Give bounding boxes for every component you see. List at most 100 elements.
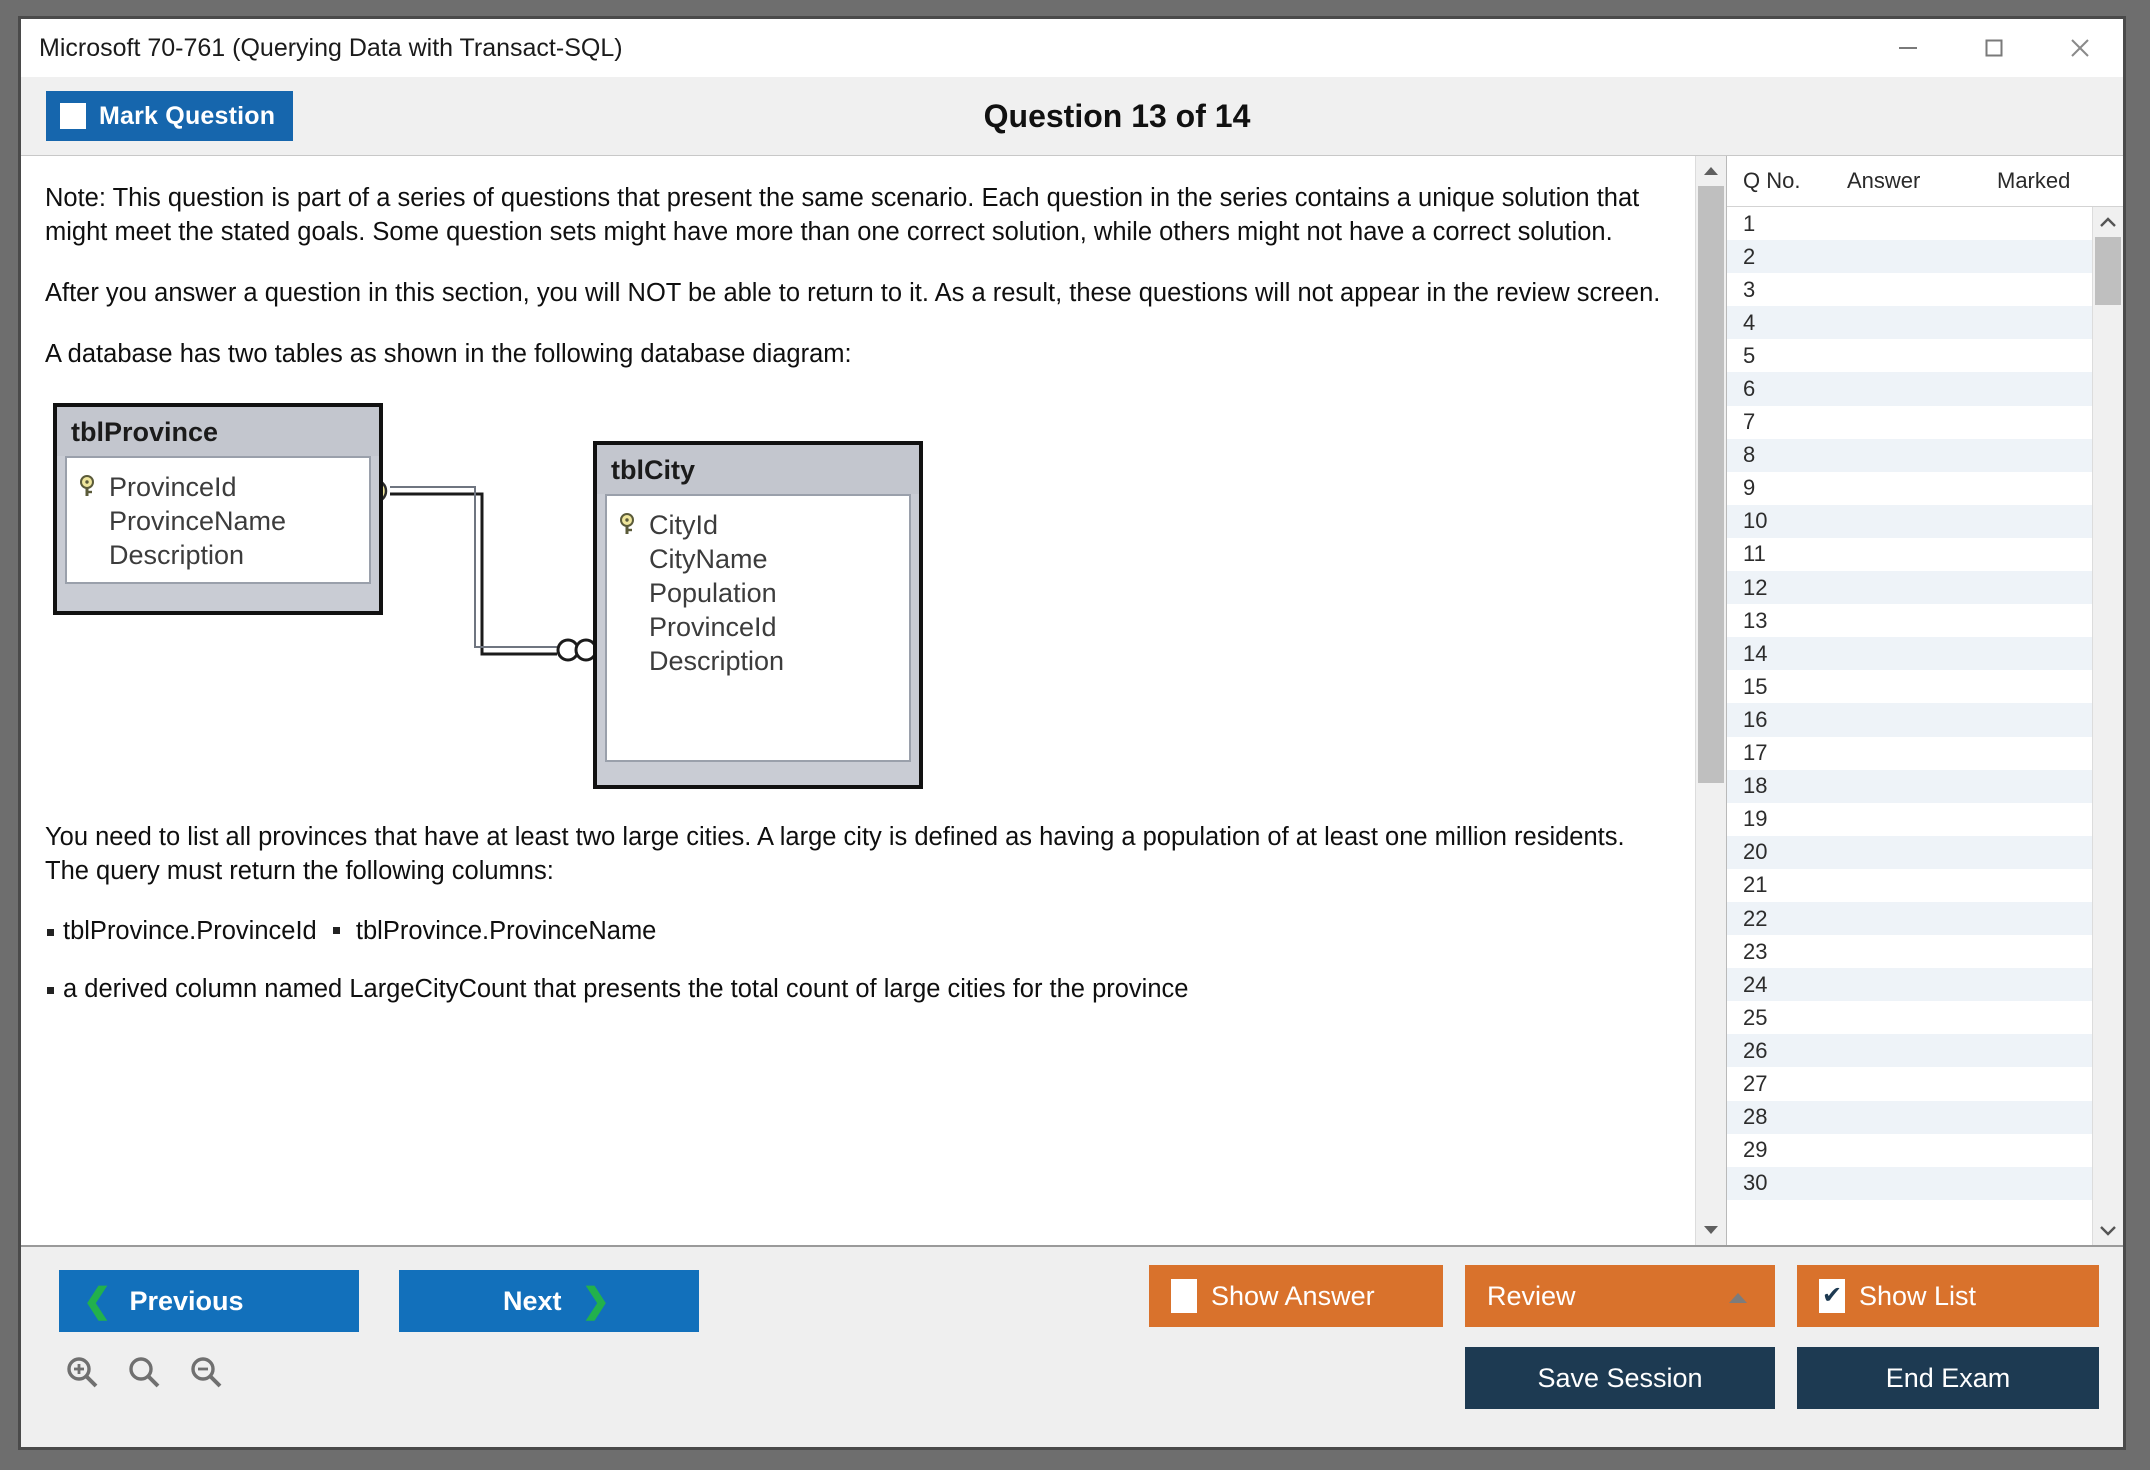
question-list-row[interactable]: 25 xyxy=(1727,1001,2092,1034)
question-number: 11 xyxy=(1743,541,1766,567)
question-list-row[interactable]: 14 xyxy=(1727,637,2092,671)
end-exam-label: End Exam xyxy=(1885,1362,2011,1393)
bullet-separator xyxy=(332,926,340,934)
no-return-paragraph: After you answer a question in this sect… xyxy=(45,278,1661,307)
content-scroll-track[interactable] xyxy=(1696,186,1726,1215)
show-answer-label: Show Answer xyxy=(1211,1280,1375,1311)
show-list-button[interactable]: ✔ Show List xyxy=(1797,1265,2099,1327)
question-list-row[interactable]: 22 xyxy=(1727,901,2092,936)
question-list-row[interactable]: 2 xyxy=(1727,240,2092,274)
question-number: 9 xyxy=(1743,475,1756,501)
question-list-row[interactable]: 12 xyxy=(1727,571,2092,605)
mark-question-checkbox[interactable] xyxy=(60,103,86,129)
save-session-button[interactable]: Save Session xyxy=(1465,1347,1775,1409)
show-answer-checkbox[interactable] xyxy=(1171,1279,1197,1313)
question-list-row[interactable]: 8 xyxy=(1727,438,2092,472)
exam-window: Microsoft 70-761 (Querying Data with Tra… xyxy=(18,16,2126,1450)
question-list-row[interactable]: 9 xyxy=(1727,472,2092,505)
database-diagram: tblProvince ProvinceId ProvinceName Desc… xyxy=(45,399,1671,799)
question-list-row[interactable]: 17 xyxy=(1727,737,2092,770)
question-list-row[interactable]: 26 xyxy=(1727,1034,2092,1068)
minimize-icon[interactable] xyxy=(1865,19,1951,77)
question-list-row[interactable]: 13 xyxy=(1727,604,2092,637)
er-table-title: tblCity xyxy=(597,444,919,494)
question-content: Note: This question is part of a series … xyxy=(21,156,1695,1245)
close-icon[interactable] xyxy=(2037,19,2123,77)
question-list-scroll-thumb[interactable] xyxy=(2095,237,2121,306)
question-list-row[interactable]: 7 xyxy=(1727,406,2092,439)
question-list-row[interactable]: 16 xyxy=(1727,703,2092,737)
scroll-down-icon[interactable] xyxy=(1696,1215,1726,1245)
footer-row-toggles: Show Answer Review ✔ Show List xyxy=(1149,1265,2099,1327)
question-number: 27 xyxy=(1743,1070,1768,1096)
question-number: 25 xyxy=(1743,1004,1768,1030)
body-area: Note: This question is part of a series … xyxy=(21,155,2123,1245)
question-list-row[interactable]: 29 xyxy=(1727,1134,2092,1167)
end-exam-button[interactable]: End Exam xyxy=(1797,1347,2099,1409)
question-list-row[interactable]: 3 xyxy=(1727,273,2092,306)
footer-toolbar: ❮ Previous Next ❯ Show Answer Review ✔ S… xyxy=(21,1245,2123,1447)
question-list-row[interactable]: 27 xyxy=(1727,1067,2092,1100)
column-header-qno: Q No. xyxy=(1743,168,1801,193)
key-icon xyxy=(79,474,109,499)
scroll-up-icon[interactable] xyxy=(1696,156,1726,186)
question-number: 12 xyxy=(1743,574,1768,600)
infinity-icon xyxy=(556,638,598,662)
previous-button[interactable]: ❮ Previous xyxy=(59,1270,359,1332)
zoom-in-icon[interactable] xyxy=(63,1353,103,1398)
question-list-row[interactable]: 24 xyxy=(1727,968,2092,1002)
er-field-provinceid: ProvinceId xyxy=(79,470,359,504)
er-field-provinceid: ProvinceId xyxy=(619,610,899,644)
question-header-bar: Mark Question Question 13 of 14 xyxy=(21,77,2123,155)
er-table-tblprovince[interactable]: tblProvince ProvinceId ProvinceName Desc… xyxy=(53,402,383,615)
maximize-icon[interactable] xyxy=(1951,19,2037,77)
window-title: Microsoft 70-761 (Querying Data with Tra… xyxy=(39,33,623,62)
question-list[interactable]: 1 2 3 4 5 6 7 8 9 10 11 12 13 14 15 16 17 18 19 20 21 22 23 24 2… xyxy=(1727,207,2092,1245)
question-list-row[interactable]: 30 xyxy=(1727,1166,2092,1200)
question-list-row[interactable]: 5 xyxy=(1727,339,2092,372)
zoom-out-icon[interactable] xyxy=(187,1353,227,1398)
question-list-row[interactable]: 28 xyxy=(1727,1100,2092,1134)
question-list-row[interactable]: 15 xyxy=(1727,670,2092,703)
question-number: 30 xyxy=(1743,1170,1768,1196)
footer-right-group: Show Answer Review ✔ Show List Save Sess… xyxy=(1149,1265,2099,1409)
requirements-paragraph: You need to list all provinces that have… xyxy=(45,822,1625,885)
content-scroll-thumb[interactable] xyxy=(1698,186,1724,783)
next-button[interactable]: Next ❯ xyxy=(399,1270,699,1332)
question-number: 4 xyxy=(1743,309,1756,335)
question-number: 2 xyxy=(1743,243,1756,269)
mark-question-label: Mark Question xyxy=(99,101,276,130)
er-field-label: Description xyxy=(109,539,245,570)
save-session-label: Save Session xyxy=(1537,1362,1703,1393)
question-list-row[interactable]: 10 xyxy=(1727,504,2092,538)
question-list-scrollbar[interactable] xyxy=(2092,207,2123,1245)
er-field-cityname: CityName xyxy=(619,542,899,576)
content-scrollbar[interactable] xyxy=(1695,156,1726,1245)
review-dropdown-button[interactable]: Review xyxy=(1465,1265,1775,1327)
er-table-tblcity[interactable]: tblCity CityId CityName Population Provi… xyxy=(593,440,923,789)
question-list-scroll-track[interactable] xyxy=(2093,237,2123,1215)
question-list-row[interactable]: 19 xyxy=(1727,803,2092,836)
zoom-reset-icon[interactable] xyxy=(125,1353,165,1398)
chevron-right-icon: ❯ xyxy=(581,1282,611,1320)
question-list-row[interactable]: 21 xyxy=(1727,869,2092,902)
question-list-row[interactable]: 11 xyxy=(1727,538,2092,571)
question-list-row[interactable]: 1 xyxy=(1727,207,2092,240)
question-number: 17 xyxy=(1743,740,1768,766)
question-counter: Question 13 of 14 xyxy=(983,97,1251,134)
show-answer-button[interactable]: Show Answer xyxy=(1149,1265,1443,1327)
key-icon xyxy=(619,512,649,537)
mark-question-button[interactable]: Mark Question xyxy=(46,91,294,141)
question-list-row[interactable]: 18 xyxy=(1727,769,2092,803)
question-list-row[interactable]: 6 xyxy=(1727,372,2092,406)
scroll-down-icon[interactable] xyxy=(2093,1215,2123,1245)
question-list-row[interactable]: 20 xyxy=(1727,835,2092,869)
question-list-row[interactable]: 23 xyxy=(1727,935,2092,968)
show-list-label: Show List xyxy=(1859,1280,1977,1311)
scroll-up-icon[interactable] xyxy=(2093,207,2123,237)
show-list-checkbox[interactable]: ✔ xyxy=(1819,1279,1845,1313)
question-number: 3 xyxy=(1743,276,1756,302)
bullet-derived-column: a derived column named LargeCityCount th… xyxy=(45,973,1671,1007)
question-number: 22 xyxy=(1743,905,1768,931)
question-list-row[interactable]: 4 xyxy=(1727,306,2092,340)
